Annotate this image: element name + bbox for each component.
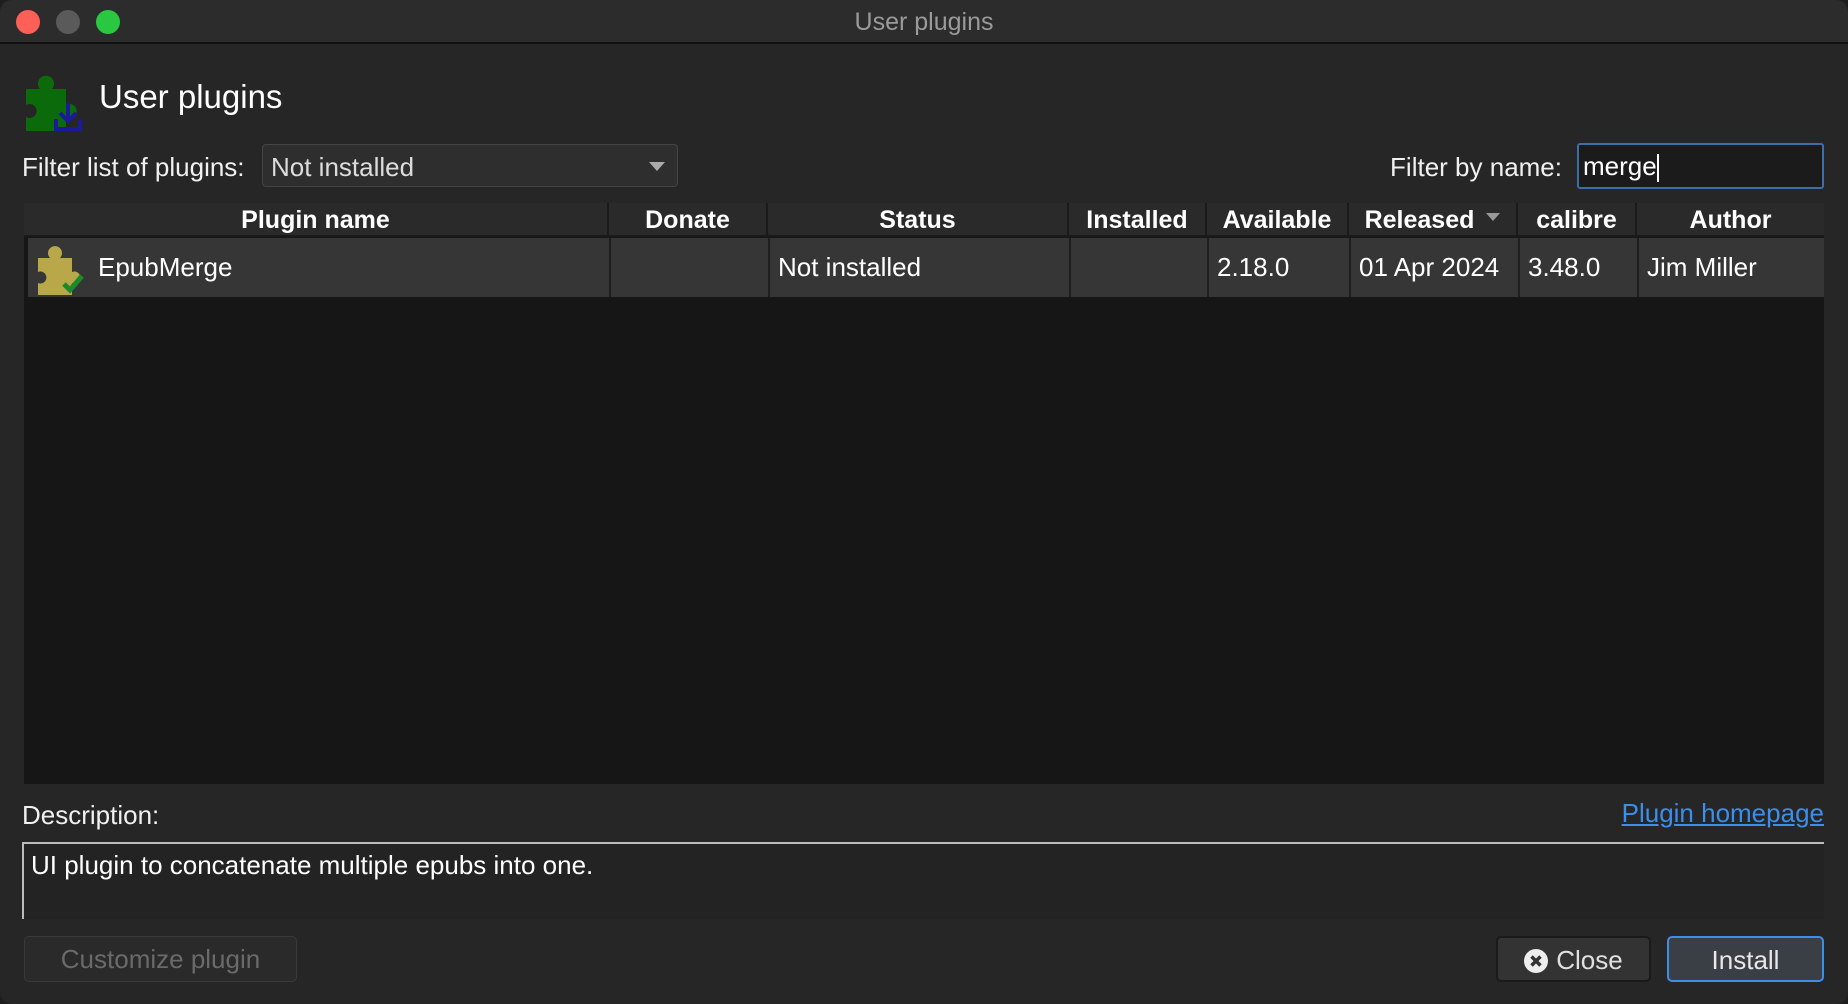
cell-installed xyxy=(1071,238,1209,297)
close-button-label: Close xyxy=(1556,945,1623,975)
close-window-button[interactable] xyxy=(16,10,40,34)
sort-descending-icon xyxy=(1486,213,1501,221)
close-circle-icon xyxy=(1524,949,1549,973)
customize-plugin-button[interactable]: Customize plugin xyxy=(24,936,297,982)
cell-released: 01 Apr 2024 xyxy=(1351,238,1520,297)
text-caret xyxy=(1656,154,1659,183)
column-header-available[interactable]: Available xyxy=(1207,203,1349,237)
description-label: Description: xyxy=(22,800,160,830)
plugin-installed-puzzle-icon xyxy=(38,246,84,295)
puzzle-download-icon xyxy=(26,75,82,131)
plugin-homepage-link[interactable]: Plugin homepage xyxy=(1622,798,1824,829)
window-title: User plugins xyxy=(854,8,994,36)
plugins-table: Plugin name Donate Status Installed Avai… xyxy=(24,203,1824,784)
filter-name-label: Filter by name: xyxy=(1390,152,1562,182)
filter-list-value: Not installed xyxy=(271,152,415,182)
cell-status: Not installed xyxy=(770,238,1071,297)
released-header-label: Released xyxy=(1364,206,1475,234)
chevron-down-icon xyxy=(649,162,665,171)
column-header-plugin-name[interactable]: Plugin name xyxy=(24,203,609,237)
user-plugins-dialog: User plugins User plugins Filter list of… xyxy=(0,0,1848,1004)
page-title: User plugins xyxy=(99,78,283,115)
column-header-calibre[interactable]: calibre xyxy=(1518,203,1637,237)
filter-list-label: Filter list of plugins: xyxy=(22,152,245,182)
column-header-status[interactable]: Status xyxy=(768,203,1069,237)
column-header-author[interactable]: Author xyxy=(1637,203,1824,237)
description-box: UI plugin to concatenate multiple epubs … xyxy=(22,842,1824,919)
title-bar: User plugins xyxy=(0,0,1848,44)
cell-available: 2.18.0 xyxy=(1209,238,1351,297)
zoom-window-button[interactable] xyxy=(96,10,120,34)
filter-name-input[interactable]: merge xyxy=(1577,143,1824,189)
close-button[interactable]: Close xyxy=(1496,936,1651,982)
column-header-installed[interactable]: Installed xyxy=(1069,203,1207,237)
cell-calibre: 3.48.0 xyxy=(1520,238,1639,297)
cell-donate xyxy=(611,238,770,297)
minimize-window-button[interactable] xyxy=(56,10,80,34)
filter-name-value: merge xyxy=(1583,151,1657,181)
filter-list-dropdown[interactable]: Not installed xyxy=(262,144,678,187)
plugin-name: EpubMerge xyxy=(98,252,233,282)
column-header-donate[interactable]: Donate xyxy=(609,203,768,237)
install-button[interactable]: Install xyxy=(1667,936,1824,982)
cell-plugin-name: EpubMerge xyxy=(28,238,611,297)
column-header-released[interactable]: Released xyxy=(1349,203,1518,237)
cell-author: Jim Miller xyxy=(1639,238,1824,297)
